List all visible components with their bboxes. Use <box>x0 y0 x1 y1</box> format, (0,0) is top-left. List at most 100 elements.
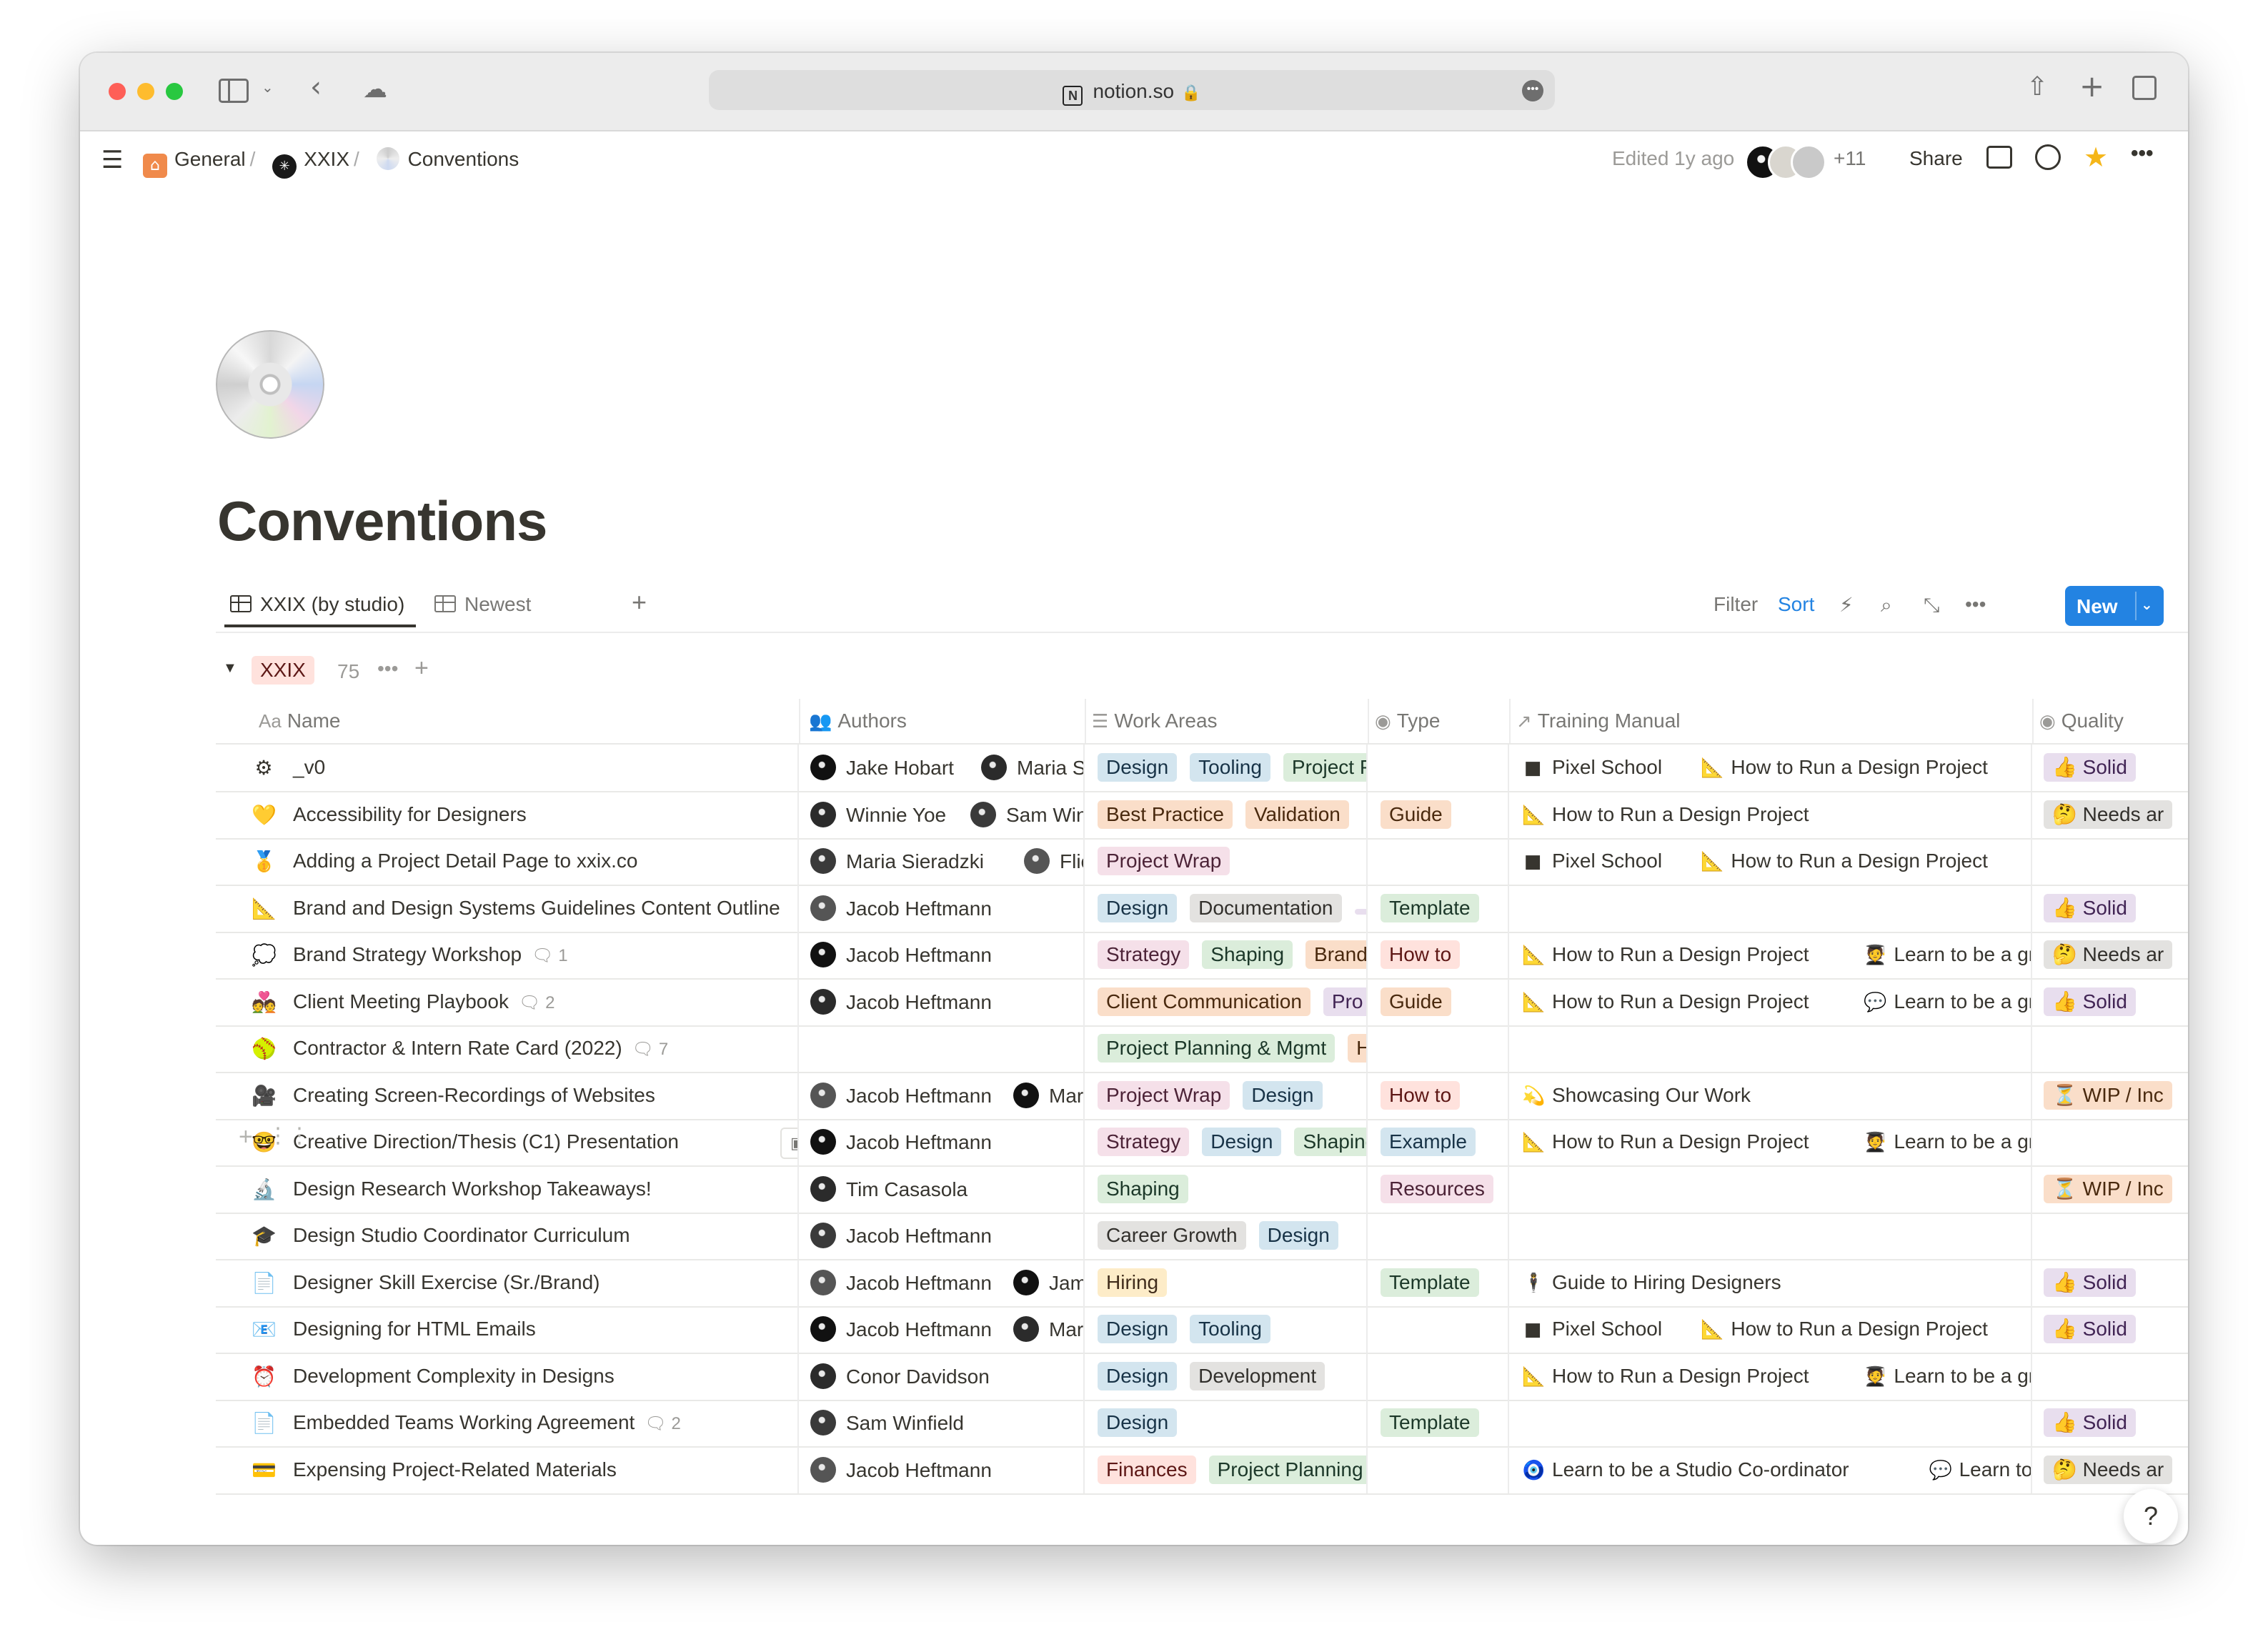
quality-tag[interactable]: 🤔 Needs ar <box>2044 940 2173 969</box>
cell-type[interactable]: Guide <box>1368 978 1509 1025</box>
table-row[interactable]: ⚙ _v0 Jake Hobart Maria Si Design Tooling Proj… <box>216 745 2188 792</box>
drag-handle-icon[interactable]: ⋮⋮ <box>267 1123 310 1148</box>
cell-authors[interactable]: Jake Hobart Maria Si <box>799 745 1085 791</box>
work-area-tag[interactable]: Shaping <box>1098 1174 1188 1203</box>
work-area-tag[interactable]: Best Practice <box>1098 800 1233 829</box>
quality-tag[interactable]: ⏳ WIP / Inc <box>2044 1174 2172 1203</box>
manual-link[interactable]: 📐 How to Run a Design Project <box>1522 1130 1809 1153</box>
cell-areas[interactable]: Project Planning & Mgmt H <box>1085 1025 1368 1072</box>
work-area-tag[interactable]: Project P <box>1283 753 1366 782</box>
page-title[interactable]: Conventions <box>217 489 547 554</box>
author-chip[interactable]: Jacob Heftmann <box>810 1082 992 1108</box>
type-tag[interactable]: Resources <box>1381 1174 1493 1203</box>
favorite-star-icon[interactable]: ★ <box>2084 141 2108 173</box>
manual-link[interactable]: 💬Learn to be a <box>1929 1458 2031 1481</box>
menu-icon[interactable]: ☰ <box>101 146 123 174</box>
cell-quality[interactable]: 👍 Solid <box>2032 1400 2188 1446</box>
author-chip[interactable]: Jacob Heftmann <box>810 1269 992 1295</box>
manual-link[interactable]: 🧑‍🎓Learn to be a grea <box>1864 1130 2031 1153</box>
cell-manual[interactable]: ■ Pixel School 📐 How to Run a Design Projec… <box>1509 838 2032 885</box>
cell-authors[interactable]: Jacob Heftmann <box>799 1446 1085 1493</box>
quality-tag[interactable]: ⏳ WIP / Inc <box>2044 1080 2172 1110</box>
table-row[interactable]: 📐 Brand and Design Systems Guidelines Con… <box>216 885 2188 933</box>
back-icon[interactable]: ‹ <box>310 73 322 101</box>
cell-manual[interactable] <box>1509 1165 2032 1213</box>
work-area-tag[interactable]: H <box>1348 1034 1366 1063</box>
cell-quality[interactable]: ⏳ WIP / Inc <box>2032 1073 2188 1119</box>
add-view-icon[interactable]: + <box>632 587 647 617</box>
cell-areas[interactable]: Project Wrap <box>1085 838 1368 885</box>
manual-link[interactable]: 💬Learn to be a grea <box>1864 990 2031 1013</box>
row-title[interactable]: Accessibility for Designers <box>293 803 527 826</box>
table-row[interactable]: 🎥 Creating Screen-Recordings of Websites J… <box>216 1072 2188 1120</box>
cell-name[interactable]: ⚙ _v0 <box>216 745 799 791</box>
row-title[interactable]: Design Research Workshop Takeaways! <box>293 1178 652 1200</box>
type-tag[interactable]: Template <box>1381 1268 1479 1297</box>
cell-name[interactable]: 📄 Designer Skill Exercise (Sr./Brand) <box>216 1259 799 1306</box>
cell-authors[interactable]: Jacob Heftmann Mar <box>799 1306 1085 1353</box>
cell-type[interactable]: Template <box>1368 885 1509 932</box>
work-area-tag[interactable]: Brand <box>1305 940 1366 969</box>
row-title[interactable]: Design Studio Coordinator Curriculum <box>293 1224 630 1247</box>
breadcrumb-general[interactable]: General <box>174 148 246 170</box>
work-area-tag[interactable]: Finances <box>1098 1455 1196 1484</box>
column-authors[interactable]: 👥 Authors <box>809 699 907 743</box>
cell-authors[interactable]: Winnie Yoe Sam Winf <box>799 791 1085 838</box>
cell-quality[interactable]: 🤔 Needs ar <box>2032 1447 2188 1493</box>
cell-areas[interactable]: Finances Project Planning <box>1085 1446 1368 1493</box>
cell-areas[interactable]: Career Growth Design <box>1085 1213 1368 1259</box>
cell-authors[interactable]: Jacob Heftmann <box>799 1119 1085 1165</box>
cell-quality[interactable]: 👍 Solid <box>2032 1260 2188 1306</box>
cell-manual[interactable]: 📐 How to Run a Design Project 🧑‍🎓 Learn to … <box>1509 1353 2032 1400</box>
cell-areas[interactable]: Client Communication Pro <box>1085 978 1368 1025</box>
cell-authors[interactable]: Conor Davidson <box>799 1353 1085 1400</box>
work-area-tag[interactable] <box>1354 908 1366 915</box>
manual-link[interactable]: 🧑‍🎓Learn to be a grea <box>1864 1365 2031 1388</box>
cell-manual[interactable] <box>1509 1400 2032 1446</box>
row-title[interactable]: Brand and Design Systems Guidelines Cont… <box>293 897 780 920</box>
automation-lightning-icon[interactable]: ⚡ <box>1839 593 1854 617</box>
author-chip[interactable]: Jacob Heftmann <box>810 988 992 1015</box>
cell-manual[interactable] <box>1509 1025 2032 1072</box>
page-menu-icon[interactable]: ••• <box>1522 80 1543 101</box>
cell-name[interactable]: 🥎 Contractor & Intern Rate Card (2022) 🗨 7 <box>216 1025 799 1072</box>
cell-type[interactable] <box>1368 1025 1509 1072</box>
comments-icon[interactable] <box>1986 146 2012 169</box>
cell-name[interactable]: 📧 Designing for HTML Emails <box>216 1306 799 1353</box>
cell-areas[interactable]: Project Wrap Design <box>1085 1072 1368 1119</box>
type-tag[interactable]: Guide <box>1381 800 1451 829</box>
table-row[interactable]: 🔬 Design Research Workshop Takeaways! Tim … <box>216 1165 2188 1214</box>
cell-quality[interactable] <box>2032 838 2188 885</box>
share-icon[interactable]: ⇧ <box>2026 74 2048 100</box>
row-title[interactable]: _v0 <box>293 756 325 779</box>
cell-authors[interactable] <box>799 1025 1085 1072</box>
maximize-window-button[interactable] <box>166 83 183 100</box>
column-training-manual[interactable]: ↗ Training Manual <box>1516 699 1681 743</box>
type-tag[interactable]: Template <box>1381 893 1479 922</box>
type-tag[interactable]: Guide <box>1381 987 1451 1016</box>
manual-link[interactable]: 📐 How to Run a Design Project <box>1522 943 1809 966</box>
cell-authors[interactable]: Jacob Heftmann <box>799 932 1085 978</box>
row-title[interactable]: Designing for HTML Emails <box>293 1318 536 1340</box>
cell-authors[interactable]: Jacob Heftmann <box>799 1213 1085 1259</box>
tab-newest[interactable]: Newest <box>434 593 531 616</box>
table-row[interactable]: 📧 Designing for HTML Emails Jacob Heftmann… <box>216 1306 2188 1354</box>
cell-manual[interactable]: ■ Pixel School 📐 How to Run a Design Projec… <box>1509 745 2032 791</box>
cell-authors[interactable]: Jacob Heftmann <box>799 978 1085 1025</box>
quality-tag[interactable]: 👍 Solid <box>2044 987 2136 1016</box>
cell-type[interactable] <box>1368 1306 1509 1353</box>
quality-tag[interactable]: 🤔 Needs ar <box>2044 1455 2173 1484</box>
cell-areas[interactable]: Shaping <box>1085 1165 1368 1213</box>
cell-authors[interactable]: Maria Sieradzki Flick <box>799 838 1085 885</box>
manual-link[interactable]: ■ Pixel School <box>1522 1318 1662 1340</box>
cell-areas[interactable]: Best Practice Validation <box>1085 791 1368 838</box>
cell-name[interactable]: 💳 Expensing Project-Related Materials <box>216 1446 799 1493</box>
author-chip[interactable]: Winnie Yoe <box>810 801 946 827</box>
cell-type[interactable]: Guide <box>1368 791 1509 838</box>
cell-type[interactable]: Template <box>1368 1400 1509 1446</box>
work-area-tag[interactable]: Strategy <box>1098 1128 1190 1156</box>
cell-type[interactable] <box>1368 1213 1509 1259</box>
cell-name[interactable]: 💭 Brand Strategy Workshop 🗨 1 <box>216 932 799 978</box>
work-area-tag[interactable]: Hiring <box>1098 1268 1168 1297</box>
cell-areas[interactable]: Design Tooling <box>1085 1306 1368 1353</box>
